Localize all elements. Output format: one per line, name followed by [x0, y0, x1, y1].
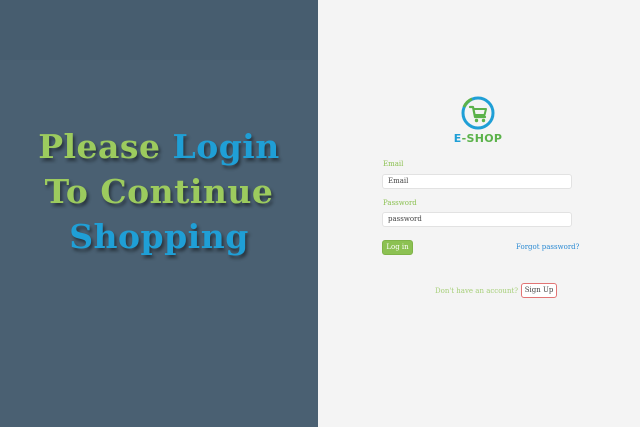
logo-text: E-SHOP: [453, 132, 503, 145]
hero-word-login: Login: [172, 127, 280, 166]
password-field[interactable]: password: [382, 212, 572, 227]
hero-panel: Please Login To Continue Shopping: [0, 0, 318, 427]
shopping-cart-icon: [461, 96, 495, 130]
signup-row: Don't have an account? Sign Up: [435, 283, 558, 298]
login-panel: E-SHOP Email Email Password password Log…: [318, 0, 640, 427]
hero-line-2: To Continue: [44, 172, 274, 211]
hero-headline: Please Login To Continue Shopping: [0, 124, 318, 259]
signup-prompt: Don't have an account?: [435, 286, 519, 295]
login-button[interactable]: Log in: [382, 240, 413, 255]
hero-top-band: [0, 0, 318, 60]
email-label: Email: [383, 160, 404, 168]
forgot-password-link[interactable]: Forgot password?: [516, 243, 579, 251]
login-page: Please Login To Continue Shopping E-SHOP…: [0, 0, 640, 427]
eshop-logo: E-SHOP: [440, 95, 516, 145]
email-field[interactable]: Email: [382, 174, 572, 189]
password-label: Password: [383, 199, 417, 207]
hero-line-3: Shopping: [69, 217, 249, 256]
hero-line-1: Please Login: [0, 124, 318, 169]
signup-button[interactable]: Sign Up: [521, 283, 558, 298]
hero-word-please: Please: [38, 127, 173, 166]
